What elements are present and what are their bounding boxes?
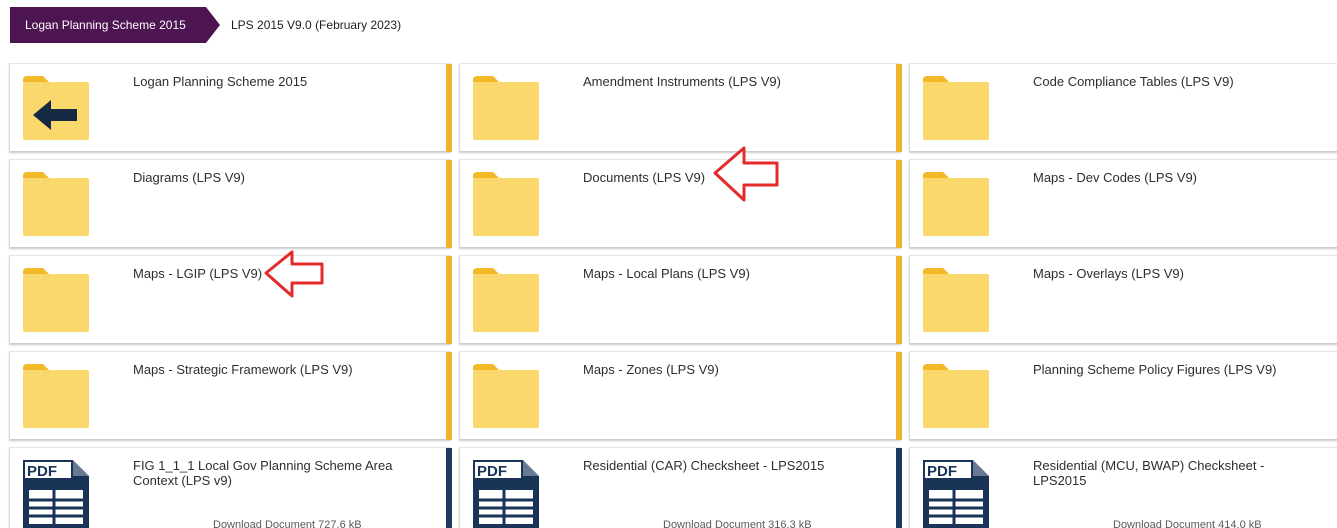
folder-icon (921, 362, 991, 430)
svg-text:PDF: PDF (477, 463, 507, 480)
tile-title: Amendment Instruments (LPS V9) (583, 74, 781, 89)
download-link[interactable]: Download Document 414.0 kB (1113, 519, 1262, 528)
tile-title: Maps - Strategic Framework (LPS V9) (133, 362, 353, 377)
tile-folder[interactable]: Maps - Strategic Framework (LPS V9) (9, 351, 452, 440)
svg-text:PDF: PDF (927, 463, 957, 480)
red-pointer-arrow-icon (713, 146, 779, 202)
tile-folder[interactable]: Maps - Dev Codes (LPS V9) (909, 159, 1337, 247)
folder-icon (921, 266, 991, 334)
breadcrumb: Logan Planning Scheme 2015 LPS 2015 V9.0… (10, 7, 401, 43)
back-folder-icon (21, 74, 91, 142)
document-accent-bar (446, 448, 452, 528)
tile-folder[interactable]: Documents (LPS V9) (459, 159, 902, 248)
tile-folder[interactable]: Maps - Zones (LPS V9) (459, 351, 902, 440)
folder-accent-bar (896, 64, 902, 152)
tile-folder[interactable]: Code Compliance Tables (LPS V9) (909, 63, 1337, 151)
pdf-document-icon: PDF (921, 458, 991, 528)
tile-title: Diagrams (LPS V9) (133, 170, 245, 185)
tile-title: Maps - Local Plans (LPS V9) (583, 266, 750, 281)
folder-accent-bar (446, 256, 452, 344)
tile-folder[interactable]: Planning Scheme Policy Figures (LPS V9) (909, 351, 1337, 439)
tile-folder[interactable]: Diagrams (LPS V9) (9, 159, 452, 248)
tile-document[interactable]: PDF FIG 1_1_1 Local Gov Planning Scheme … (9, 447, 452, 528)
tile-folder[interactable]: Maps - Local Plans (LPS V9) (459, 255, 902, 344)
folder-accent-bar (896, 256, 902, 344)
tile-folder-up[interactable]: Logan Planning Scheme 2015 (9, 63, 452, 152)
tile-title: Maps - Zones (LPS V9) (583, 362, 719, 377)
tile-title: Residential (CAR) Checksheet - LPS2015 (583, 458, 825, 473)
folder-icon (471, 170, 541, 238)
folder-accent-bar (896, 160, 902, 248)
pdf-document-icon: PDF (471, 458, 541, 528)
tile-title: FIG 1_1_1 Local Gov Planning Scheme Area… (133, 458, 393, 488)
breadcrumb-current: LPS 2015 V9.0 (February 2023) (231, 18, 402, 32)
download-link[interactable]: Download Document 316.3 kB (663, 519, 812, 528)
folder-accent-bar (446, 64, 452, 152)
folder-icon (21, 266, 91, 334)
tile-title: Code Compliance Tables (LPS V9) (1033, 74, 1234, 89)
tile-title: Maps - Overlays (LPS V9) (1033, 266, 1184, 281)
pdf-document-icon: PDF (21, 458, 91, 528)
folder-icon (471, 266, 541, 334)
folder-accent-bar (446, 160, 452, 248)
breadcrumb-root-link[interactable]: Logan Planning Scheme 2015 (10, 7, 220, 43)
red-pointer-arrow-icon (264, 250, 324, 298)
tile-folder[interactable]: Maps - Overlays (LPS V9) (909, 255, 1337, 343)
folder-icon (21, 170, 91, 238)
tile-document[interactable]: PDF Residential (MCU, BWAP) Checksheet -… (909, 447, 1337, 528)
document-accent-bar (896, 448, 902, 528)
folder-icon (921, 170, 991, 238)
folder-icon (471, 74, 541, 142)
tile-title: Planning Scheme Policy Figures (LPS V9) (1033, 362, 1277, 377)
svg-text:PDF: PDF (27, 463, 57, 480)
tile-title: Logan Planning Scheme 2015 (133, 74, 308, 89)
tile-title: Maps - Dev Codes (LPS V9) (1033, 170, 1198, 185)
download-link[interactable]: Download Document 727.6 kB (213, 519, 362, 528)
folder-icon (471, 362, 541, 430)
folder-accent-bar (446, 352, 452, 440)
folder-icon (21, 362, 91, 430)
tile-document[interactable]: PDF Residential (CAR) Checksheet - LPS20… (459, 447, 902, 528)
folder-accent-bar (896, 352, 902, 440)
folder-icon (921, 74, 991, 142)
tile-title: Residential (MCU, BWAP) Checksheet - LPS… (1033, 458, 1265, 488)
tile-folder[interactable]: Amendment Instruments (LPS V9) (459, 63, 902, 152)
tile-folder[interactable]: Maps - LGIP (LPS V9) (9, 255, 452, 344)
